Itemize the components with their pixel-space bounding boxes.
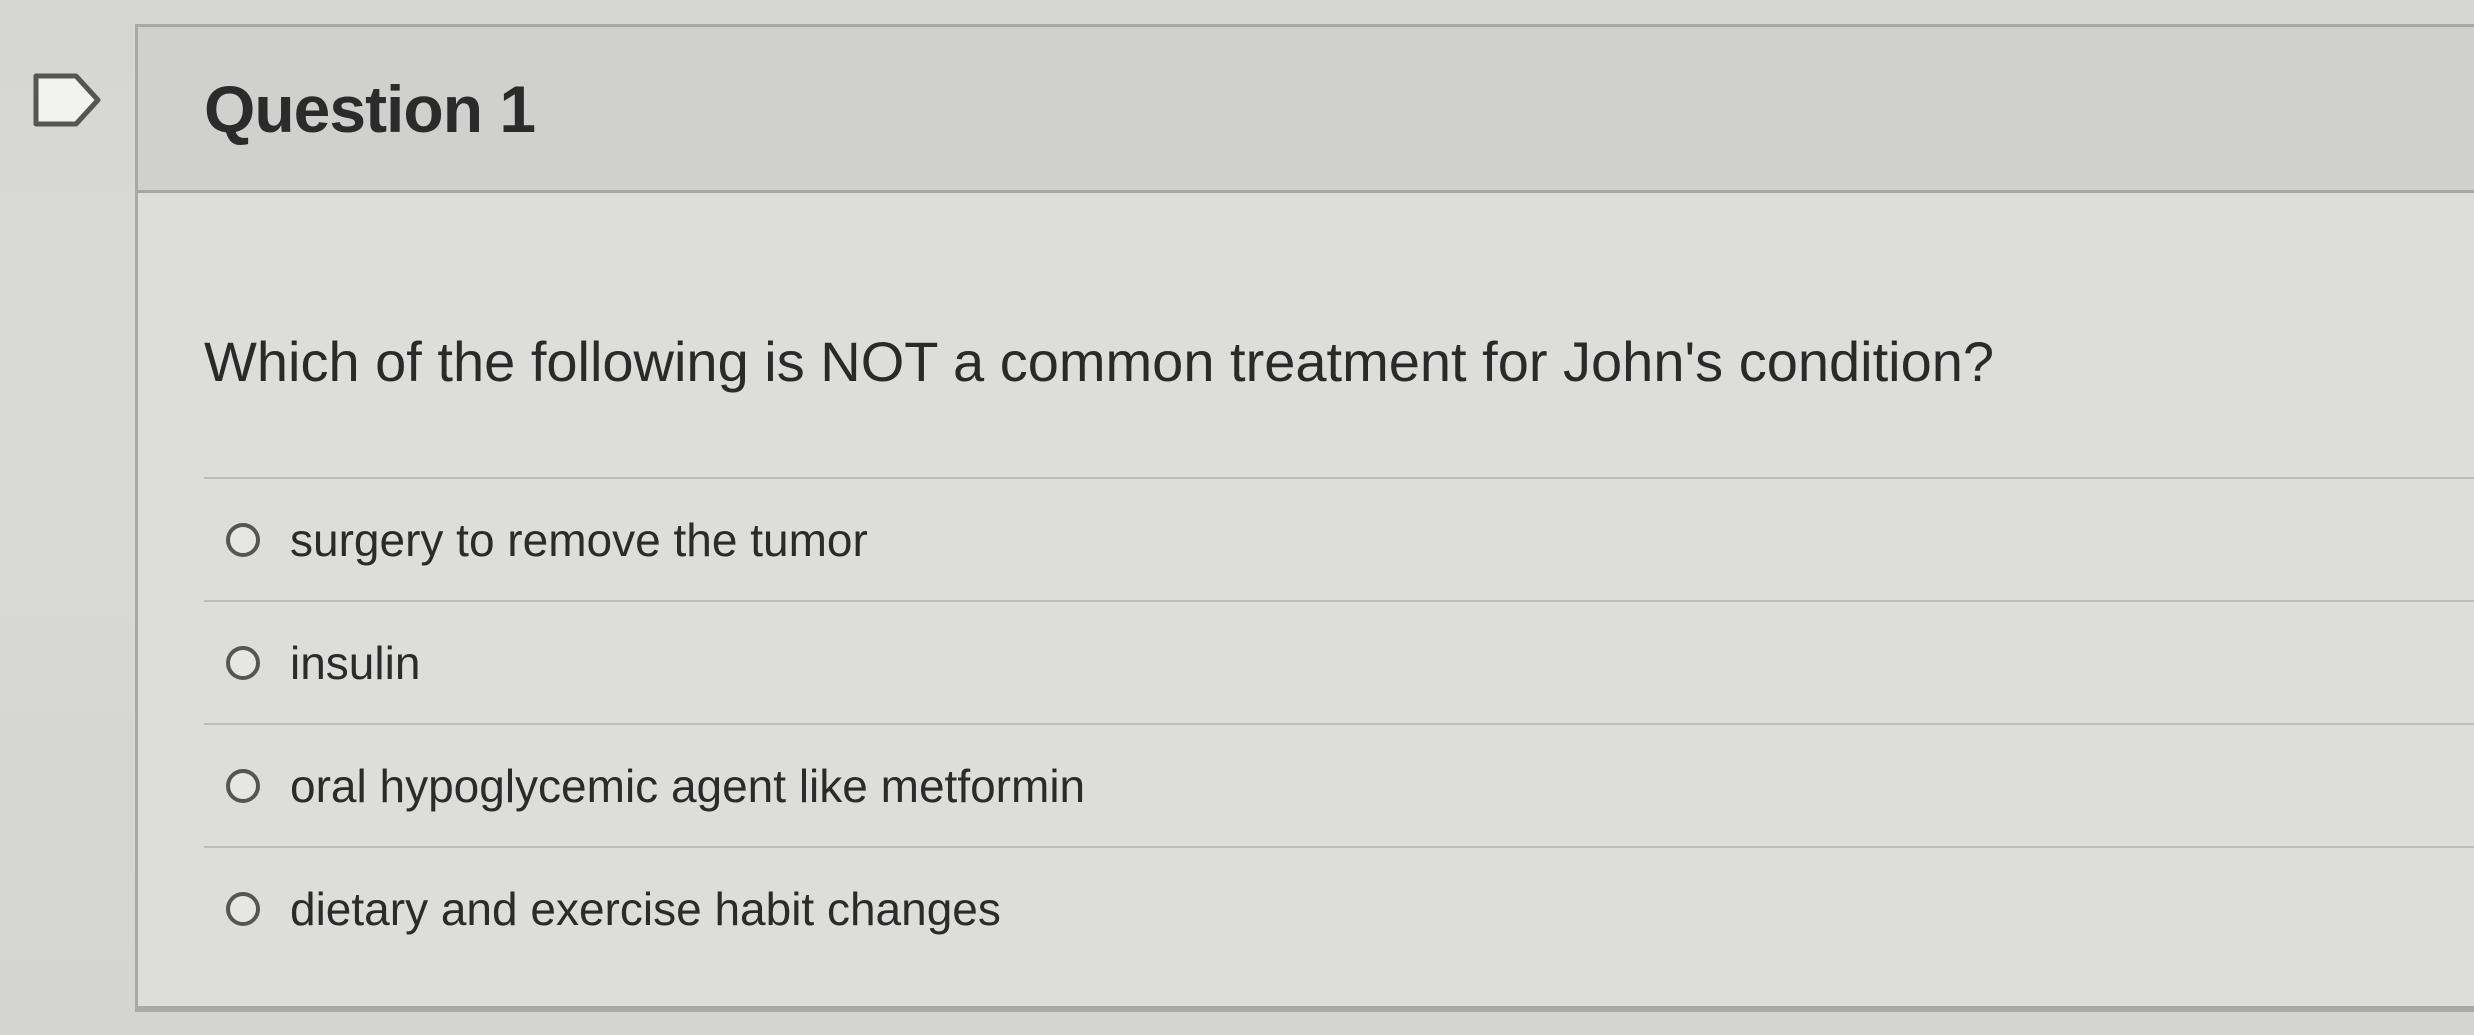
question-title: Question 1 xyxy=(204,72,536,146)
radio-button[interactable] xyxy=(226,645,260,680)
question-text: Which of the following is NOT a common t… xyxy=(204,330,1995,393)
question-body: Which of the following is NOT a common t… xyxy=(138,193,2474,1009)
flag-icon[interactable] xyxy=(32,72,104,128)
question-card: Question 1 Which of the following is NOT… xyxy=(135,24,2474,1012)
radio-button[interactable] xyxy=(226,891,260,926)
quiz-page: Question 1 Which of the following is NOT… xyxy=(0,0,2474,1035)
answer-option[interactable]: insulin xyxy=(204,600,2474,723)
answer-option[interactable]: oral hypoglycemic agent like metformin xyxy=(204,723,2474,846)
answer-label: dietary and exercise habit changes xyxy=(290,882,1001,935)
radio-button[interactable] xyxy=(226,768,260,803)
answer-label: surgery to remove the tumor xyxy=(290,513,868,566)
question-header: Question 1 xyxy=(138,27,2474,193)
answer-list: surgery to remove the tumor insulin oral… xyxy=(204,477,2474,969)
card-bottom-border xyxy=(138,1006,2474,1009)
radio-button[interactable] xyxy=(226,522,260,557)
answer-label: oral hypoglycemic agent like metformin xyxy=(290,759,1086,812)
answer-option[interactable]: dietary and exercise habit changes xyxy=(204,846,2474,969)
answer-option[interactable]: surgery to remove the tumor xyxy=(204,477,2474,600)
answer-label: insulin xyxy=(290,636,421,689)
